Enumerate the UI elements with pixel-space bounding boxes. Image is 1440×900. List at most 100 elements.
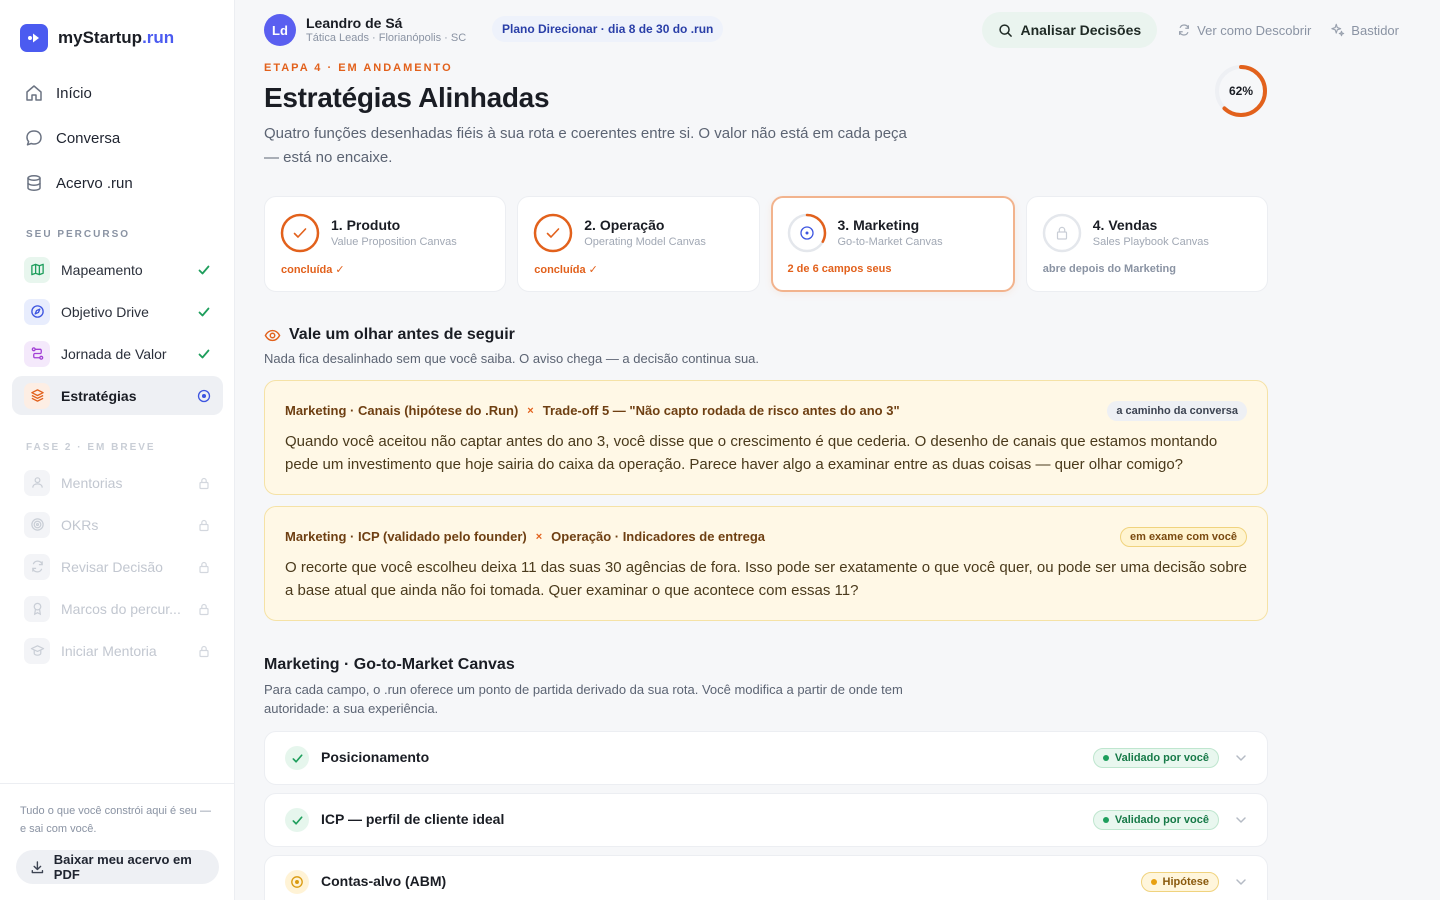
lock-icon [197, 644, 211, 658]
phase2-section-label: FASE 2 · EM BREVE [26, 442, 156, 453]
plan-badge: Plano Direcionar · dia 8 de 30 do .run [492, 16, 724, 42]
progress-value: 62% [1228, 84, 1254, 98]
chevron-down-icon[interactable] [1233, 750, 1249, 766]
check-circle-icon [285, 746, 309, 770]
lock-icon [197, 560, 211, 574]
refresh-icon [1179, 24, 1190, 36]
alerts-subtitle: Nada fica desalinhado sem que você saiba… [264, 351, 760, 366]
backstage-label: Bastidor [1351, 22, 1399, 38]
card-marketing[interactable]: 3. Marketing Go-to-Market Canvas 2 de 6 … [770, 196, 1015, 292]
sidebar-item-mentorias: Mentorias [12, 463, 223, 502]
chevron-down-icon[interactable] [1233, 874, 1249, 890]
card-status: abre depois do Marketing [1042, 263, 1176, 275]
alert-tension: Marketing · Canais (hipótese do .Run) × … [285, 403, 900, 418]
alert-body: O recorte que você escolheu deixa 11 das… [285, 559, 1247, 599]
refresh-icon [24, 553, 50, 580]
alert-right-source: Trade-off 5 — "Não capto rodada de risco… [542, 403, 900, 418]
view-as-button[interactable]: Ver como Descobrir [1177, 23, 1311, 38]
analyze-decisions-label: Analisar Decisões [1020, 22, 1142, 38]
page-description: Quatro funções desenhadas fiéis à sua ro… [264, 125, 907, 166]
alert-card[interactable]: Marketing · Canais (hipótese do .Run) × … [264, 380, 1268, 495]
status-badge: Validado por você [1092, 810, 1219, 830]
nav-item-acervo[interactable]: Acervo .run [12, 162, 223, 204]
hypothesis-icon [285, 870, 309, 894]
download-pdf-button[interactable]: Baixar meu acervo em PDF [16, 850, 219, 884]
progress-ring: 62% [1213, 63, 1269, 119]
card-vendas[interactable]: 4. Vendas Sales Playbook Canvas abre dep… [1025, 196, 1268, 292]
nav-item-label: Conversa [56, 129, 121, 147]
card-status: 2 de 6 campos seus [787, 263, 892, 275]
home-icon [26, 85, 42, 101]
alert-tension: Marketing · ICP (validado pelo founder) … [285, 529, 765, 544]
search-icon [998, 23, 1012, 37]
database-icon [27, 175, 41, 191]
sidebar-item-label: OKRs [61, 516, 99, 533]
app-logo[interactable]: myStartup.run [20, 24, 174, 52]
check-icon [197, 305, 211, 319]
field-label: Contas-alvo (ABM) [321, 873, 447, 889]
in-progress-ring-icon [787, 213, 826, 253]
alert-left-source: Marketing · Canais (hipótese do .Run) [285, 403, 519, 418]
status-badge: Hipótese [1140, 872, 1219, 892]
alert-body: Quando você aceitou não captar antes do … [285, 433, 1218, 473]
card-operacao[interactable]: 2. Operação Operating Model Canvas concl… [517, 196, 760, 292]
nav-item-conversa[interactable]: Conversa [12, 117, 223, 159]
sidebar-item-revisar-decisao: Revisar Decisão [12, 547, 223, 586]
sparkle-icon [1331, 23, 1345, 37]
completed-ring-icon [534, 213, 573, 253]
download-icon [31, 860, 44, 873]
card-subtitle: Value Proposition Canvas [331, 236, 457, 248]
page-title: Estratégias Alinhadas [264, 82, 550, 113]
alert-card[interactable]: Marketing · ICP (validado pelo founder) … [264, 506, 1268, 621]
layers-icon [24, 382, 50, 409]
sidebar-item-mapeamento[interactable]: Mapeamento [12, 250, 223, 289]
graduation-cap-icon [24, 637, 50, 664]
avatar[interactable]: Ld [264, 14, 296, 46]
nav-item-label: Acervo .run [56, 174, 133, 192]
card-title: 3. Marketing [837, 217, 920, 233]
alerts-header: Vale um olhar antes de seguir [264, 326, 515, 344]
completed-ring-icon [280, 213, 320, 253]
sidebar-item-label: Marcos do percur... [61, 600, 181, 617]
backstage-button[interactable]: Bastidor [1331, 23, 1399, 38]
strategy-cards: 1. Produto Value Proposition Canvas conc… [264, 196, 1268, 292]
card-subtitle: Sales Playbook Canvas [1092, 236, 1209, 248]
field-label: Posicionamento [321, 749, 430, 765]
sidebar-footer-text: Tudo o que você constrói aqui é seu — e … [20, 805, 211, 835]
nav-item-inicio[interactable]: Início [12, 72, 223, 114]
sidebar-item-jornada-de-valor[interactable]: Jornada de Valor [12, 334, 223, 373]
download-pdf-label: Baixar meu acervo em PDF [53, 852, 192, 882]
main-nav: Início Conversa Acervo .run [12, 72, 223, 207]
canvas-field-posicionamento[interactable]: Posicionamento Validado por você [264, 731, 1268, 785]
card-produto[interactable]: 1. Produto Value Proposition Canvas conc… [264, 196, 507, 292]
chevron-down-icon[interactable] [1233, 812, 1249, 828]
card-status: concluída ✓ [534, 264, 598, 276]
card-title: 1. Produto [331, 217, 401, 233]
lock-icon [197, 518, 211, 532]
map-icon [24, 256, 50, 283]
target-icon [24, 511, 50, 538]
in-progress-icon [197, 389, 211, 403]
analyze-decisions-button[interactable]: Analisar Decisões [981, 12, 1158, 48]
sidebar-item-label: Revisar Decisão [61, 558, 163, 575]
sidebar-item-iniciar-mentoria: Iniciar Mentoria [12, 631, 223, 670]
card-subtitle: Operating Model Canvas [584, 236, 706, 248]
alert-separator: × [535, 530, 543, 543]
sidebar-item-label: Jornada de Valor [61, 345, 167, 362]
compass-icon [24, 298, 50, 325]
canvas-description: Para cada campo, o .run oferece um ponto… [264, 682, 903, 716]
canvas-field-icp[interactable]: ICP — perfil de cliente ideal Validado p… [264, 793, 1268, 847]
check-circle-icon [285, 808, 309, 832]
check-icon [197, 347, 211, 361]
sidebar-item-objetivo-drive[interactable]: Objetivo Drive [12, 292, 223, 331]
journey-section-label: SEU PERCURSO [26, 229, 131, 240]
sidebar-item-estrategias[interactable]: Estratégias [12, 376, 223, 415]
status-badge: em exame com você [1119, 527, 1247, 547]
card-title: 4. Vendas [1092, 217, 1158, 233]
phase2-nav: Mentorias OKRs Revisar Decisão Marcos do… [12, 463, 223, 673]
check-icon [197, 263, 211, 277]
canvas-field-contas-alvo[interactable]: Contas-alvo (ABM) Hipótese [264, 855, 1268, 900]
sidebar-item-label: Objetivo Drive [61, 303, 149, 320]
eye-icon [264, 329, 281, 341]
sidebar-item-label: Mapeamento [61, 261, 143, 278]
